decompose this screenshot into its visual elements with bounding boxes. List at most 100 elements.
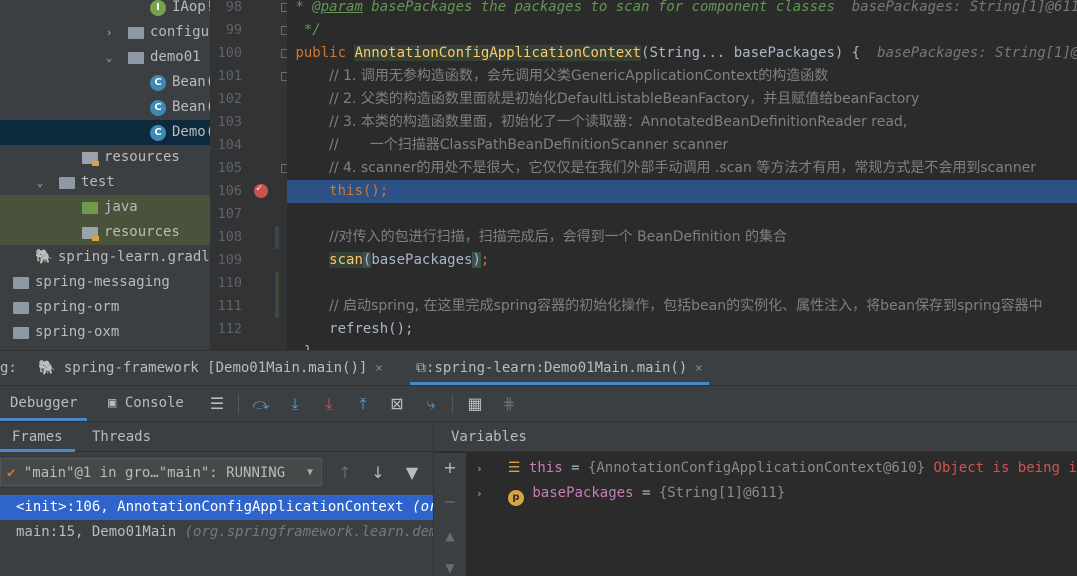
close-icon[interactable]: ×: [695, 361, 702, 375]
chevron-down-icon[interactable]: ⌄: [104, 45, 114, 70]
tab-label: Console: [124, 395, 184, 411]
tree-item-configu[interactable]: › configu: [0, 20, 210, 45]
line-number: 109: [217, 252, 242, 268]
tree-item-label: configu: [150, 24, 210, 40]
javadoc-end: */: [303, 22, 321, 38]
tree-item-label: spring-learn.gradl: [58, 249, 210, 265]
breakpoint-icon[interactable]: [254, 183, 268, 198]
line-number: 103: [217, 114, 242, 130]
run-to-cursor-icon[interactable]: ⤷: [420, 393, 442, 415]
line-number: 104: [217, 137, 242, 153]
drop-frame-icon[interactable]: ⊠: [386, 393, 408, 415]
project-tree[interactable]: I IAop! › configu ⌄ demo01 C Bean( C Bea…: [0, 0, 210, 350]
line-number: 101: [217, 68, 242, 84]
line-number: 112: [217, 321, 242, 337]
resources-folder-icon: [82, 152, 99, 166]
class-icon: C: [150, 100, 166, 116]
tree-item-demo01main[interactable]: C Demo(: [0, 120, 210, 145]
down-arrow-icon[interactable]: ↓: [367, 462, 389, 484]
line-number: 100: [217, 45, 242, 61]
variables-header: Variables: [434, 422, 1077, 452]
code-comment: //对传入的包进行扫描，扫描完成后，会得到一个 BeanDefinition 的…: [329, 229, 787, 245]
chevron-down-icon[interactable]: ⌄: [35, 170, 45, 195]
line-number: 111: [217, 298, 242, 314]
evaluate-icon[interactable]: ▦: [464, 393, 486, 415]
variable-name: basePackages: [532, 485, 634, 501]
test-source-folder-icon: [82, 202, 98, 214]
line-number: 108: [217, 229, 242, 245]
show-execution-point-icon[interactable]: ⤼: [250, 393, 272, 415]
move-up-icon[interactable]: ▲: [439, 525, 461, 547]
tab-spring-framework[interactable]: 🐘 spring-framework [Demo01Main.main()] ×: [38, 351, 383, 385]
tree-item-label: resources: [104, 224, 180, 240]
tree-item-label: spring-messaging: [35, 274, 170, 290]
tree-item-label: resources: [104, 149, 180, 165]
tab-spring-learn[interactable]: ⧉:spring-learn:Demo01Main.main() ×: [410, 351, 709, 385]
force-step-into-icon[interactable]: ⤓: [318, 393, 340, 415]
package-icon: [128, 27, 144, 39]
tree-item-class[interactable]: C Bean(: [0, 70, 210, 95]
code-comment: // 1. 调用无参构造函数，会先调用父类GenericApplicationC…: [329, 68, 829, 84]
tree-item-spring-orm[interactable]: spring-orm: [0, 295, 210, 320]
tab-frames[interactable]: Frames: [0, 422, 75, 452]
menu-icon[interactable]: ☰: [206, 393, 228, 415]
vcs-change-marker[interactable]: [275, 226, 279, 249]
step-into-icon[interactable]: ⤓: [284, 393, 306, 415]
code-line-102: // 2. 父类的构造函数里面就是初始化DefaultListableBeanF…: [287, 88, 1077, 111]
up-arrow-icon[interactable]: ↑: [334, 462, 356, 484]
tab-label: Threads: [92, 429, 152, 445]
toolbar-separator: [452, 394, 453, 414]
frame-method: <init>:106, AnnotationConfigApplicationC…: [16, 499, 404, 515]
tab-threads[interactable]: Threads: [92, 422, 151, 452]
filter-icon[interactable]: ▼: [401, 462, 423, 484]
test-resources-folder-icon: [82, 227, 99, 241]
variable-name: this: [528, 460, 563, 476]
chevron-right-icon[interactable]: ›: [476, 462, 483, 475]
step-out-icon[interactable]: ⤒: [352, 393, 374, 415]
vcs-change-marker[interactable]: [275, 272, 279, 318]
tree-item-resources[interactable]: resources: [0, 145, 210, 170]
frame-package: (or: [412, 499, 433, 515]
tree-item-test[interactable]: ⌄ test: [0, 170, 210, 195]
close-icon[interactable]: ×: [375, 361, 382, 375]
tree-item-label: spring-oxm: [35, 324, 120, 340]
code-line-105: // 4. scanner的用处不是很大，它仅仅是在我们外部手动调用 .scan…: [287, 157, 1077, 180]
debug-session-tabs: g: 🐘 spring-framework [Demo01Main.main()…: [0, 350, 1077, 386]
code-line-112: refresh();: [287, 318, 1077, 341]
tree-item-iaop[interactable]: I IAop!: [0, 0, 210, 20]
tree-item-test-java[interactable]: java: [0, 195, 210, 220]
frame-row[interactable]: <init>:106, AnnotationConfigApplicationC…: [0, 495, 433, 520]
code-line-113: }: [287, 341, 1077, 350]
tree-item-label: spring-orm: [35, 299, 120, 315]
variable-row-this[interactable]: › ☰ this = {AnnotationConfigApplicationC…: [476, 456, 1077, 481]
package-icon: [128, 52, 144, 64]
line-number: 98: [225, 0, 242, 15]
tree-item-spring-messaging[interactable]: spring-messaging: [0, 270, 210, 295]
tab-console[interactable]: ▣ Console: [108, 386, 184, 421]
tree-item-class[interactable]: C Bean(: [0, 95, 210, 120]
tree-item-spring-oxm[interactable]: spring-oxm: [0, 320, 210, 345]
chevron-right-icon[interactable]: ›: [104, 20, 114, 45]
thread-selector[interactable]: ✔ "main"@1 in gro…"main": RUNNING ▼: [0, 458, 322, 486]
keyword: public: [295, 45, 347, 61]
code-editor[interactable]: * @param basePackages the packages to sc…: [287, 0, 1077, 350]
tree-item-test-resources[interactable]: resources: [0, 220, 210, 245]
javadoc-text: basePackages the packages to scan for co…: [362, 0, 835, 15]
tab-label: Debugger: [10, 395, 78, 411]
remove-watch-icon[interactable]: −: [439, 491, 461, 513]
tab-label: spring-framework [Demo01Main.main()]: [63, 360, 368, 376]
trace-icon[interactable]: ⋕: [498, 393, 520, 415]
variable-note: Object is being ini: [925, 460, 1077, 476]
move-down-icon[interactable]: ▼: [439, 557, 461, 576]
debug-tab-prefix: g:: [0, 360, 17, 376]
tab-debugger[interactable]: Debugger: [0, 386, 88, 421]
tree-item-gradle[interactable]: 🐘 spring-learn.gradl: [0, 245, 210, 270]
variable-row-basepackages[interactable]: › p basePackages = {String[1]@611}: [476, 481, 785, 506]
chevron-right-icon[interactable]: ›: [476, 487, 483, 500]
editor-gutter[interactable]: 98 99 100 101 102 103 104 105 106 107 10…: [210, 0, 290, 350]
argument: basePackages: [371, 252, 473, 268]
module-folder-icon: [13, 302, 29, 314]
frame-row[interactable]: main:15, Demo01Main (org.springframework…: [0, 520, 433, 545]
tree-item-demo01[interactable]: ⌄ demo01: [0, 45, 210, 70]
add-watch-icon[interactable]: +: [439, 457, 461, 479]
